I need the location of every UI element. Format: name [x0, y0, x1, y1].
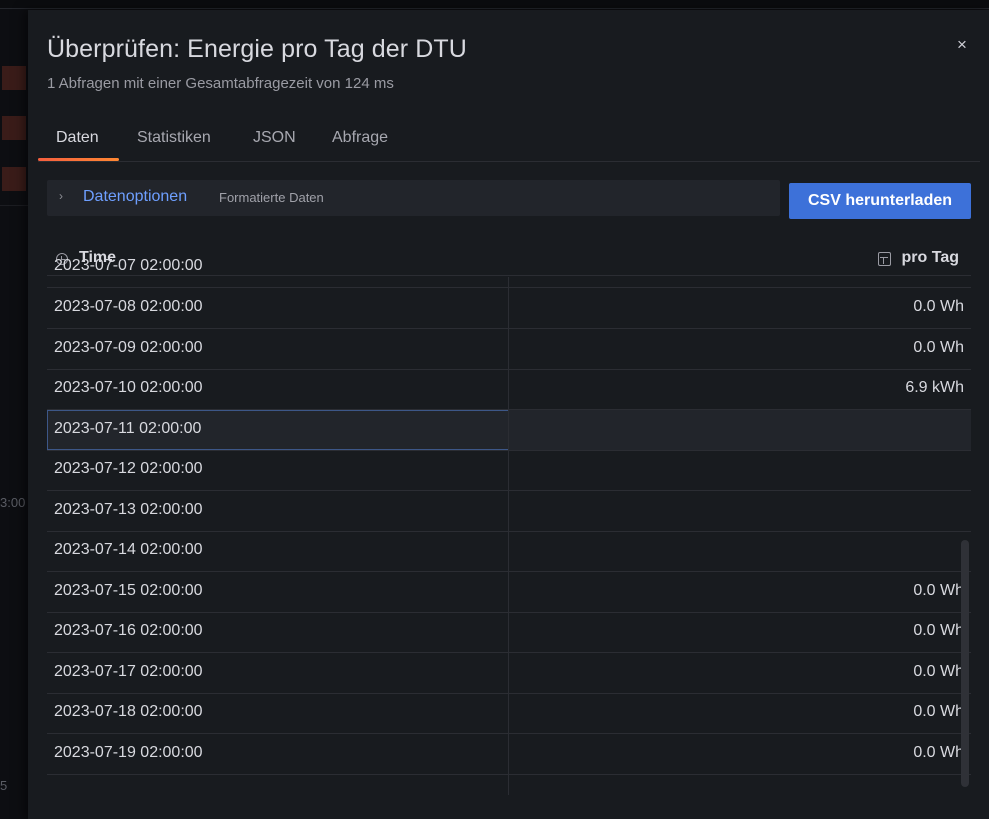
- table-row-selected[interactable]: 2023-07-11 02:00:00: [47, 410, 971, 451]
- table-row[interactable]: 2023-07-07 02:00:00: [47, 247, 971, 288]
- cell-value: 0.0 Wh: [913, 703, 964, 720]
- cell-time: 2023-07-17 02:00:00: [54, 663, 203, 680]
- data-options-description: Formatierte Daten: [219, 190, 324, 205]
- cell-time: 2023-07-13 02:00:00: [54, 501, 203, 518]
- cell-time: 2023-07-16 02:00:00: [54, 622, 203, 639]
- tab-daten[interactable]: Daten: [56, 129, 99, 147]
- top-navbar: [0, 0, 989, 9]
- cell-time: 2023-07-15 02:00:00: [54, 582, 203, 599]
- inspect-drawer: Überprüfen: Energie pro Tag der DTU 1 Ab…: [28, 10, 989, 819]
- cell-time: 2023-07-07 02:00:00: [54, 257, 203, 274]
- data-options-label[interactable]: Datenoptionen: [83, 188, 187, 206]
- table-scrollbar[interactable]: [961, 540, 969, 787]
- cell-time: 2023-07-14 02:00:00: [54, 541, 203, 558]
- chart-bar: [2, 116, 26, 140]
- download-csv-button[interactable]: CSV herunterladen: [789, 183, 971, 219]
- cell-value: 0.0 Wh: [913, 663, 964, 680]
- table-row[interactable]: 2023-07-08 02:00:00 0.0 Wh: [47, 288, 971, 329]
- table-row[interactable]: 2023-07-09 02:00:00 0.0 Wh: [47, 329, 971, 370]
- tab-abfrage[interactable]: Abfrage: [332, 129, 388, 147]
- cell-value: 6.9 kWh: [905, 379, 964, 396]
- chevron-right-icon: ›: [59, 189, 63, 203]
- drawer-title: Überprüfen: Energie pro Tag der DTU: [47, 35, 467, 63]
- cell-value: 0.0 Wh: [913, 622, 964, 639]
- chart-axis-label: 5: [0, 778, 8, 793]
- chart-axis-label: 3:00: [0, 495, 26, 510]
- cell-time: 2023-07-10 02:00:00: [54, 379, 203, 396]
- table-row[interactable]: 2023-07-16 02:00:00 0.0 Wh: [47, 612, 971, 653]
- cell-time: 2023-07-09 02:00:00: [54, 339, 203, 356]
- tab-json[interactable]: JSON: [253, 129, 296, 147]
- tab-statistiken[interactable]: Statistiken: [137, 129, 211, 147]
- drawer-subtitle: 1 Abfragen mit einer Gesamtabfragezeit v…: [47, 75, 394, 92]
- table-row[interactable]: 2023-07-15 02:00:00 0.0 Wh: [47, 572, 971, 613]
- cell-value: 0.0 Wh: [913, 339, 964, 356]
- active-tab-indicator: [38, 158, 119, 161]
- cell-time: 2023-07-08 02:00:00: [54, 298, 203, 315]
- data-table: Time pro Tag 2023-07-07 02:00:00 2023-07…: [47, 240, 971, 795]
- table-row[interactable]: 2023-07-13 02:00:00: [47, 491, 971, 532]
- table-row[interactable]: 2023-07-17 02:00:00 0.0 Wh: [47, 653, 971, 694]
- cell-value: 0.0 Wh: [913, 582, 964, 599]
- column-divider: [508, 277, 509, 795]
- cell-value: 0.0 Wh: [913, 298, 964, 315]
- data-options-toggle[interactable]: › Datenoptionen Formatierte Daten: [47, 180, 780, 216]
- cell-time: 2023-07-11 02:00:00: [54, 420, 202, 437]
- tab-bar: Daten Statistiken JSON Abfrage: [38, 122, 980, 162]
- close-icon[interactable]: ×: [952, 35, 972, 55]
- table-row[interactable]: 2023-07-18 02:00:00 0.0 Wh: [47, 693, 971, 734]
- cell-time: 2023-07-18 02:00:00: [54, 703, 203, 720]
- cell-value: 0.0 Wh: [913, 744, 964, 761]
- table-row[interactable]: 2023-07-10 02:00:00 6.9 kWh: [47, 369, 971, 410]
- cell-time: 2023-07-12 02:00:00: [54, 460, 203, 477]
- table-row[interactable]: 2023-07-14 02:00:00: [47, 531, 971, 572]
- cell-time: 2023-07-19 02:00:00: [54, 744, 203, 761]
- table-row[interactable]: 2023-07-12 02:00:00: [47, 450, 971, 491]
- table-row[interactable]: 2023-07-19 02:00:00 0.0 Wh: [47, 734, 971, 775]
- chart-bar: [2, 66, 26, 90]
- chart-bar: [2, 167, 26, 191]
